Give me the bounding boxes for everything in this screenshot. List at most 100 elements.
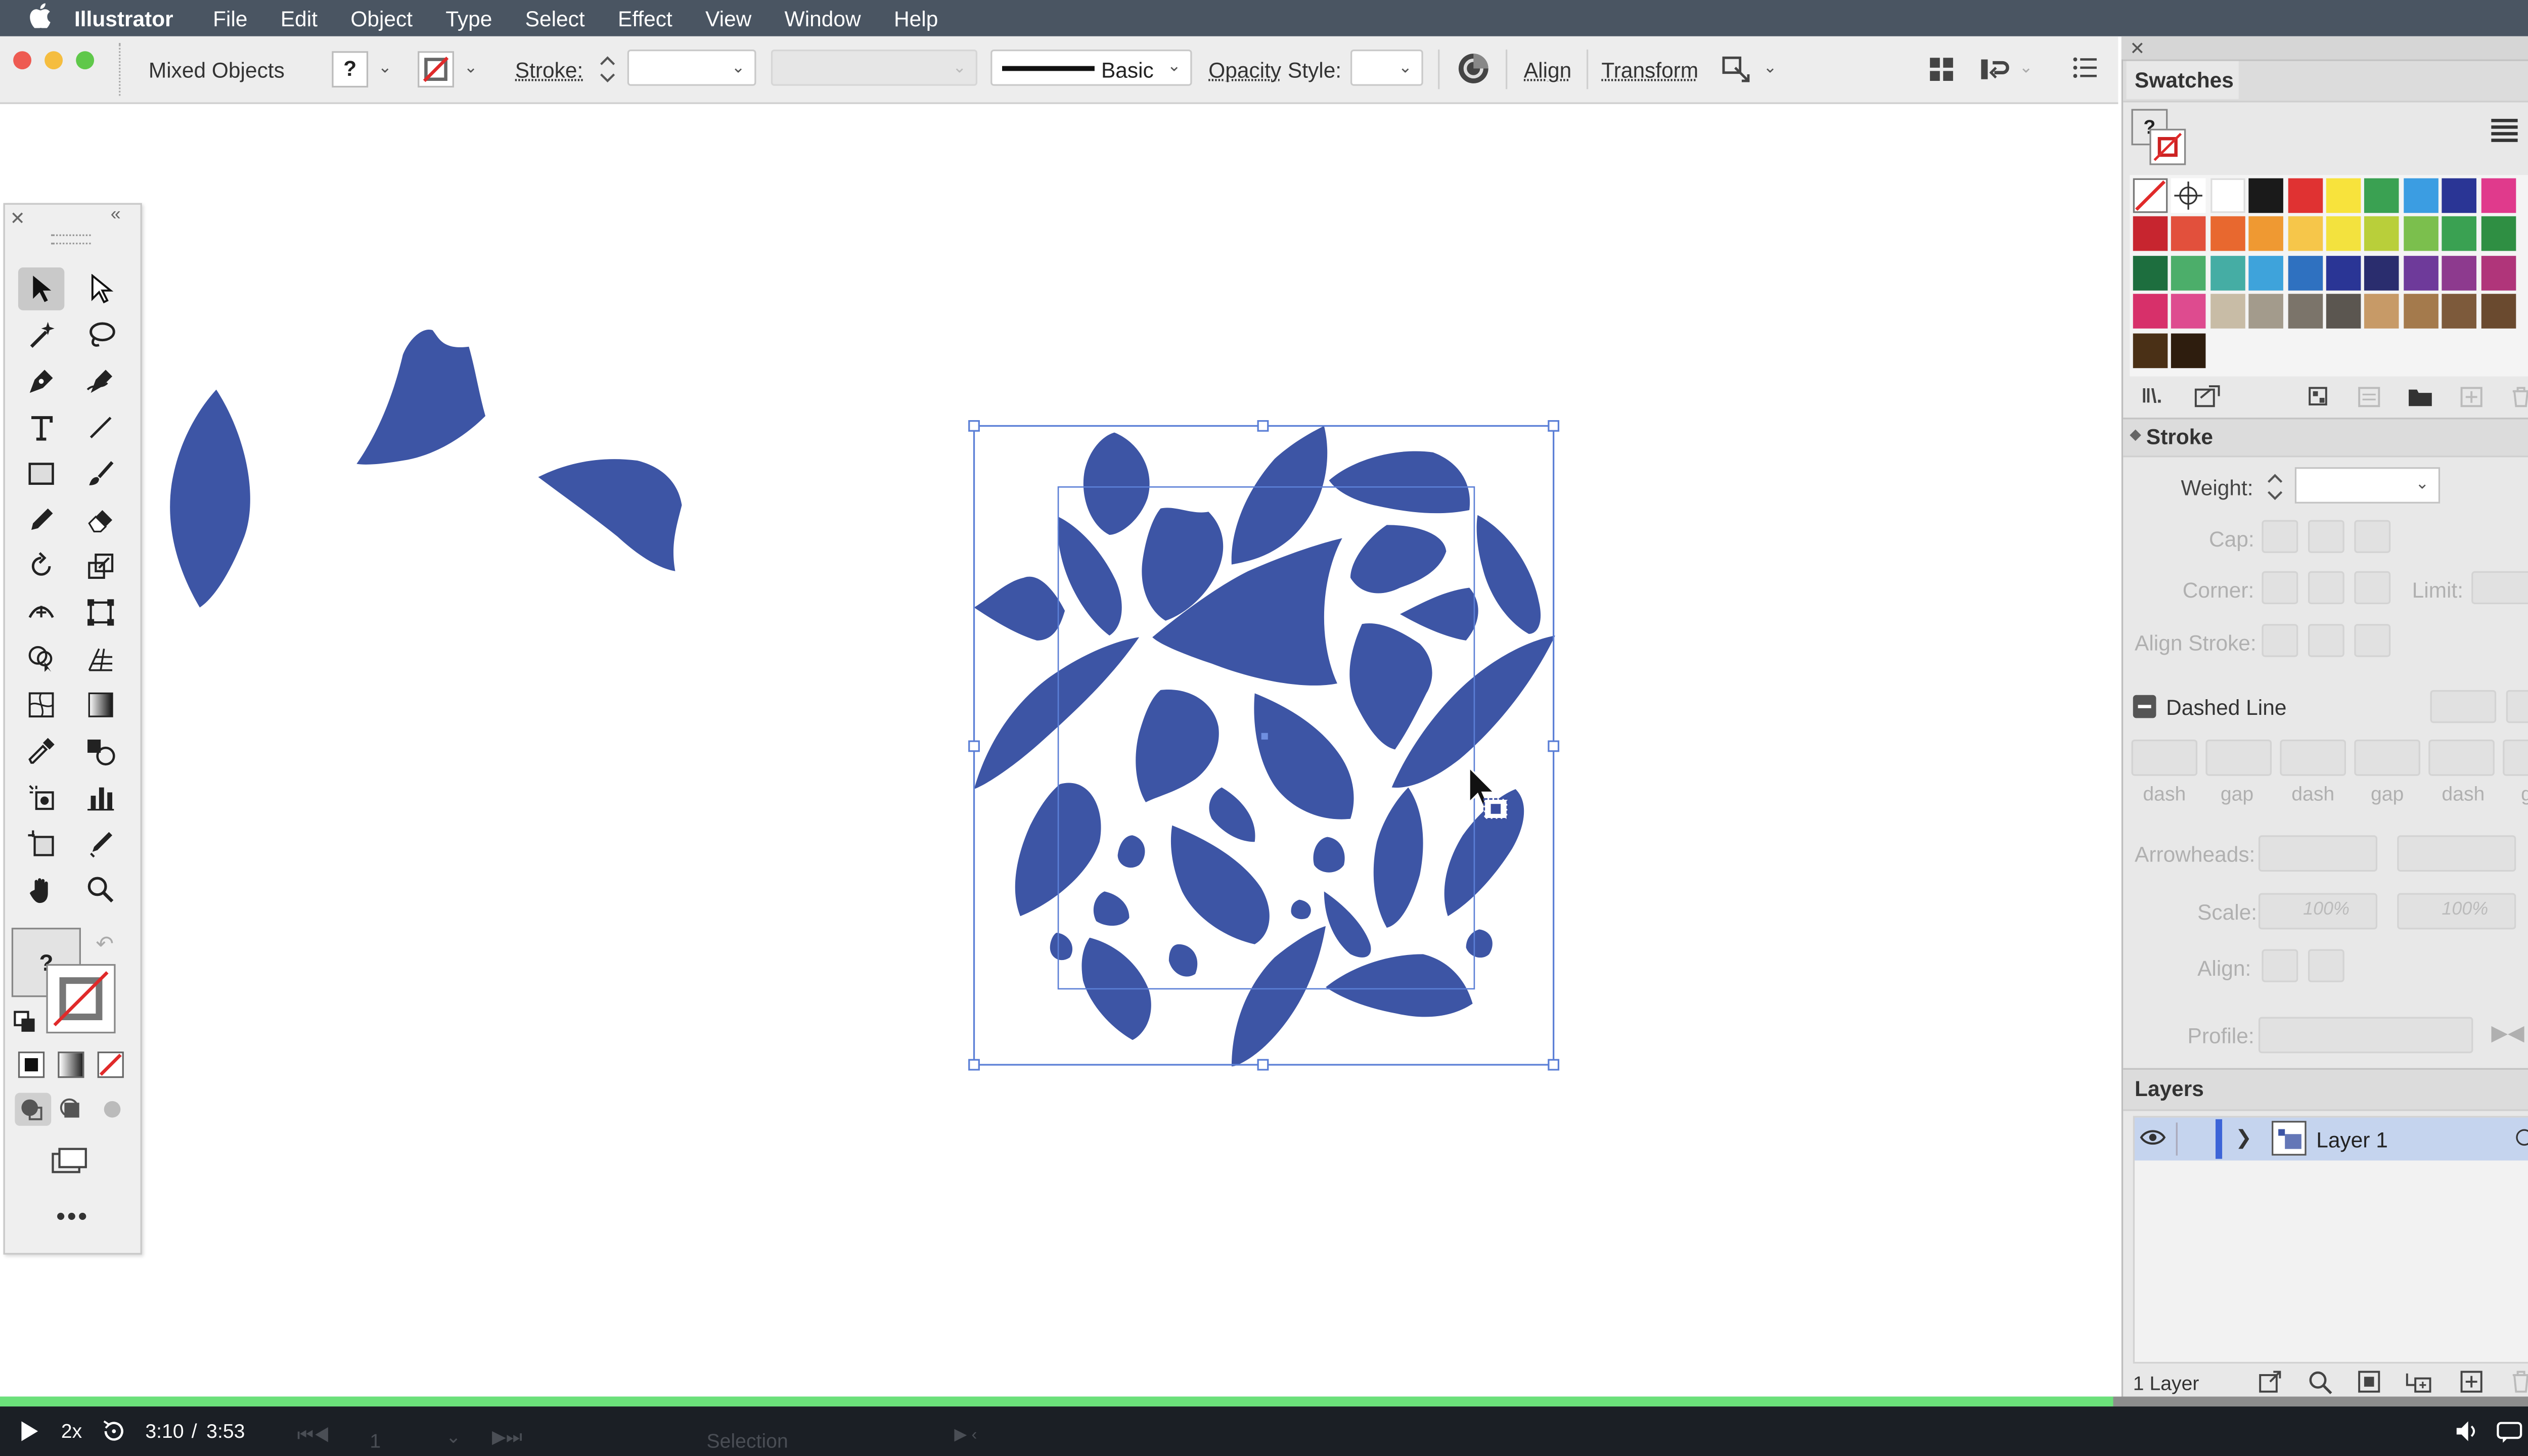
volume-icon[interactable] — [2453, 1418, 2479, 1444]
make-clipping-mask-icon[interactable] — [2358, 1370, 2381, 1393]
create-new-layer-icon[interactable] — [2460, 1370, 2483, 1393]
swatch-color[interactable] — [2480, 178, 2515, 213]
draw-normal-button[interactable] — [15, 1093, 52, 1126]
rotate-tool[interactable] — [18, 545, 64, 588]
control-bar-grip[interactable] — [119, 42, 125, 96]
symbol-sprayer-tool[interactable] — [18, 776, 64, 819]
align-outside-button[interactable] — [2354, 624, 2391, 657]
dash-input-2[interactable] — [2280, 739, 2346, 776]
visibility-eye-icon[interactable] — [2140, 1126, 2166, 1149]
align-center-button[interactable] — [2262, 624, 2298, 657]
blend-tool[interactable] — [77, 730, 123, 772]
swatch-color[interactable] — [2210, 255, 2245, 291]
window-minimize-button[interactable] — [44, 51, 63, 70]
swap-fill-stroke-icon[interactable]: ↶ — [96, 931, 114, 958]
swatch-color[interactable] — [2365, 255, 2400, 291]
graphic-style-dropdown[interactable] — [1350, 49, 1423, 86]
swatch-color[interactable] — [2480, 294, 2515, 329]
pen-tool[interactable] — [18, 360, 64, 403]
hand-tool[interactable] — [18, 869, 64, 912]
arrow-tip-extend-button[interactable] — [2262, 949, 2298, 982]
swatch-color[interactable] — [2287, 217, 2322, 252]
eraser-tool[interactable] — [77, 498, 123, 541]
paintbrush-tool[interactable] — [77, 452, 123, 495]
swatch-color[interactable] — [2442, 255, 2477, 291]
preserve-dash-button[interactable] — [2430, 690, 2497, 723]
end-arrowhead-dropdown[interactable] — [2397, 835, 2516, 872]
align-link[interactable]: Align — [1524, 58, 1571, 82]
puppet-warp-icon[interactable] — [1720, 53, 1753, 85]
swatch-color[interactable] — [2248, 178, 2284, 213]
menu-type[interactable]: Type — [429, 6, 509, 30]
flip-along-icon[interactable]: ▶◀ — [2491, 1020, 2524, 1046]
width-tool[interactable] — [18, 591, 64, 634]
video-progress-bar[interactable] — [0, 1396, 2528, 1407]
align-inside-button[interactable] — [2308, 624, 2344, 657]
free-transform-tool[interactable] — [77, 591, 123, 634]
bevel-join-button[interactable] — [2354, 571, 2391, 605]
swatch-color[interactable] — [2133, 333, 2168, 368]
default-fill-stroke-icon[interactable] — [13, 1010, 36, 1033]
gradient-tool[interactable] — [77, 684, 123, 726]
swatch-color[interactable] — [2403, 294, 2439, 329]
puppet-warp-chevron-icon[interactable]: ⌄ — [1763, 60, 1777, 78]
zoom-tool[interactable] — [77, 869, 123, 912]
dashed-line-checkbox[interactable] — [2133, 695, 2156, 718]
swatch-color[interactable] — [2326, 178, 2361, 213]
stroke-color-box[interactable] — [418, 51, 454, 88]
control-bar-menu-icon[interactable] — [2072, 56, 2098, 79]
swatch-color[interactable] — [2365, 217, 2400, 252]
direct-selection-tool[interactable] — [77, 267, 123, 310]
shape-builder-tool[interactable] — [18, 637, 64, 680]
draw-inside-button[interactable] — [94, 1093, 130, 1126]
artboard-tool[interactable] — [18, 822, 64, 865]
swatch-color[interactable] — [2248, 294, 2284, 329]
workspace-switcher-icon[interactable] — [1979, 55, 2009, 84]
swatch-color[interactable] — [2248, 217, 2284, 252]
start-scale-field[interactable]: 100% — [2258, 893, 2378, 930]
swatch-color[interactable] — [2172, 294, 2206, 329]
delete-layer-icon[interactable] — [2509, 1370, 2528, 1393]
menu-view[interactable]: View — [689, 6, 768, 30]
stroke-panel-toggle-icon[interactable]: ◆ — [2130, 426, 2141, 444]
magic-wand-tool[interactable] — [18, 313, 64, 356]
recolor-artwork-icon[interactable] — [1456, 51, 1491, 86]
swatch-color[interactable] — [2210, 178, 2245, 213]
swatch-color[interactable] — [2172, 217, 2206, 252]
perspective-grid-tool[interactable] — [77, 637, 123, 680]
swatch-options-icon[interactable] — [2358, 386, 2381, 407]
menu-window[interactable]: Window — [768, 6, 877, 30]
scale-tool[interactable] — [77, 545, 123, 588]
swatch-color[interactable] — [2133, 255, 2168, 291]
tools-grip[interactable] — [51, 234, 91, 245]
add-to-library-icon[interactable] — [2194, 385, 2221, 408]
stroke-tab-label[interactable]: Stroke — [2146, 424, 2213, 449]
list-view-icon[interactable] — [2490, 116, 2519, 146]
menu-select[interactable]: Select — [509, 6, 601, 30]
swatch-color[interactable] — [2403, 255, 2439, 291]
new-swatch-icon[interactable] — [2460, 386, 2483, 407]
new-color-group-icon[interactable] — [2407, 386, 2433, 407]
miter-join-button[interactable] — [2262, 571, 2298, 605]
collect-for-export-icon[interactable] — [2259, 1370, 2282, 1393]
swatch-color[interactable] — [2133, 217, 2168, 252]
delete-swatch-icon[interactable] — [2509, 386, 2528, 407]
menu-file[interactable]: File — [196, 6, 264, 30]
captions-icon[interactable] — [2496, 1418, 2522, 1444]
layers-tab-label[interactable]: Layers — [2135, 1076, 2204, 1101]
menu-edit[interactable]: Edit — [264, 6, 334, 30]
eyedropper-tool[interactable] — [18, 730, 64, 772]
playback-speed-button[interactable]: 2x — [61, 1420, 82, 1443]
transform-link[interactable]: Transform — [1601, 58, 1698, 82]
swatches-fill-stroke-preview[interactable]: ? — [2131, 109, 2189, 165]
tools-collapse-icon[interactable]: « — [111, 205, 121, 224]
gradient-mode-button[interactable] — [58, 1051, 84, 1078]
gap-input-2[interactable] — [2354, 739, 2420, 776]
swatch-color[interactable] — [2326, 294, 2361, 329]
curvature-tool[interactable] — [77, 360, 123, 403]
selection-tool[interactable] — [18, 267, 65, 310]
type-tool[interactable] — [18, 406, 64, 449]
window-close-button[interactable] — [13, 51, 32, 70]
swatch-color[interactable] — [2248, 255, 2284, 291]
weight-stepper[interactable] — [2262, 467, 2291, 507]
